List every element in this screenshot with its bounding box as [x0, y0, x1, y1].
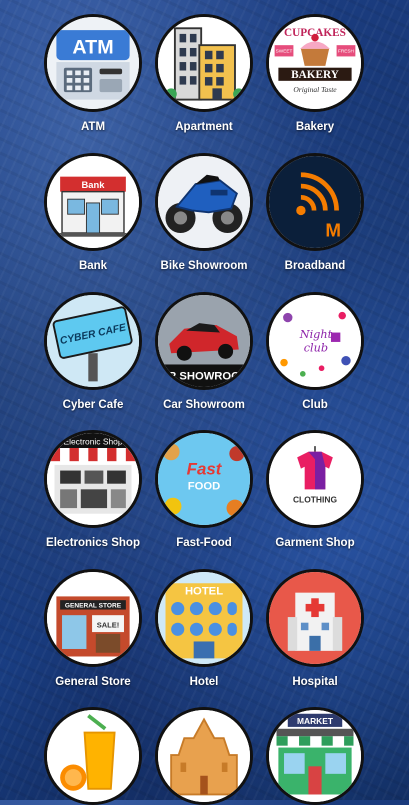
sports-car-icon: R SHOWROO	[155, 292, 253, 390]
motorbike-icon	[155, 153, 253, 251]
svg-text:BAKERY: BAKERY	[291, 69, 339, 81]
category-atm[interactable]: ATM ATM	[38, 14, 148, 133]
apartment-icon	[155, 14, 253, 112]
temple-icon	[155, 707, 253, 805]
svg-text:GENERAL STORE: GENERAL STORE	[65, 603, 122, 610]
wifi-icon: M	[266, 153, 364, 251]
svg-text:ATM: ATM	[72, 37, 113, 59]
clothing-icon: CLOTHING	[266, 430, 364, 528]
category-car-showroom[interactable]: R SHOWROO Car Showroom	[149, 292, 259, 411]
svg-text:Night: Night	[299, 328, 333, 341]
svg-text:HOTEL: HOTEL	[185, 586, 223, 598]
category-label: Bike Showroom	[160, 260, 248, 272]
category-label: Fast-Food	[176, 537, 232, 549]
night-club-icon: Night club	[266, 292, 364, 390]
category-label: Car Showroom	[163, 399, 245, 411]
category-electronics-shop[interactable]: Electronic Shop Electronics Shop	[38, 430, 148, 549]
general-store-icon: GENERAL STORE SALE!	[44, 569, 142, 667]
hotel-icon: HOTEL	[155, 569, 253, 667]
electronics-store-icon: Electronic Shop	[44, 430, 142, 528]
svg-text:SWEET: SWEET	[276, 49, 293, 54]
market-icon: MARKET	[266, 707, 364, 805]
category-juice[interactable]	[38, 707, 148, 805]
juice-icon	[44, 707, 142, 805]
category-label: Garment Shop	[275, 537, 355, 549]
fast-food-icon: Fast FOOD	[155, 430, 253, 528]
category-temple[interactable]	[149, 707, 259, 805]
category-bank[interactable]: Bank Bank	[38, 153, 148, 272]
category-hospital[interactable]: Hospital	[260, 569, 370, 688]
category-general-store[interactable]: GENERAL STORE SALE! General Store	[38, 569, 148, 688]
category-label: Bank	[78, 260, 108, 272]
category-label: Electronics Shop	[46, 537, 140, 549]
category-label: Bakery	[295, 121, 335, 133]
svg-text:Bank: Bank	[82, 180, 106, 190]
svg-text:MARKET: MARKET	[297, 716, 334, 726]
bank-icon: Bank	[44, 153, 142, 251]
svg-text:R SHOWROO: R SHOWROO	[168, 370, 240, 382]
svg-text:club: club	[304, 341, 328, 354]
category-market[interactable]: MARKET	[260, 707, 370, 805]
category-label: Broadband	[284, 260, 346, 272]
category-label: Cyber Cafe	[62, 399, 124, 411]
atm-icon: ATM	[44, 14, 142, 112]
svg-text:Fast: Fast	[187, 459, 223, 478]
svg-text:SALE!: SALE!	[97, 620, 120, 629]
hospital-icon	[266, 569, 364, 667]
category-broadband[interactable]: M Broadband	[260, 153, 370, 272]
category-label: ATM	[80, 121, 106, 133]
svg-text:FRESH: FRESH	[338, 49, 354, 54]
category-apartment[interactable]: Apartment	[149, 14, 259, 133]
category-label: Apartment	[175, 121, 233, 133]
bakery-icon: CUPCAKES SWEET FRESH BAKERY Original Tas…	[266, 14, 364, 112]
svg-text:Electronic Shop: Electronic Shop	[63, 436, 122, 446]
svg-text:Original Taste: Original Taste	[293, 85, 337, 94]
category-label: Club	[302, 399, 328, 411]
category-bike-showroom[interactable]: Bike Showroom	[149, 153, 259, 272]
category-grid: ATM ATM Apartment CUPCAKES SWEET FRESH B…	[0, 0, 409, 805]
category-label: Hotel	[189, 676, 219, 688]
category-hotel[interactable]: HOTEL Hotel	[149, 569, 259, 688]
category-club[interactable]: Night club Club	[260, 292, 370, 411]
category-label: General Store	[55, 676, 131, 688]
category-garment-shop[interactable]: CLOTHING Garment Shop	[260, 430, 370, 549]
category-cyber-cafe[interactable]: CYBER CAFE Cyber Cafe	[38, 292, 148, 411]
svg-text:FOOD: FOOD	[188, 480, 221, 492]
category-fast-food[interactable]: Fast FOOD Fast-Food	[149, 430, 259, 549]
cyber-cafe-sign-icon: CYBER CAFE	[44, 292, 142, 390]
category-label: Hospital	[292, 676, 338, 688]
svg-text:CLOTHING: CLOTHING	[293, 494, 337, 504]
svg-text:M: M	[325, 220, 341, 241]
category-bakery[interactable]: CUPCAKES SWEET FRESH BAKERY Original Tas…	[260, 14, 370, 133]
